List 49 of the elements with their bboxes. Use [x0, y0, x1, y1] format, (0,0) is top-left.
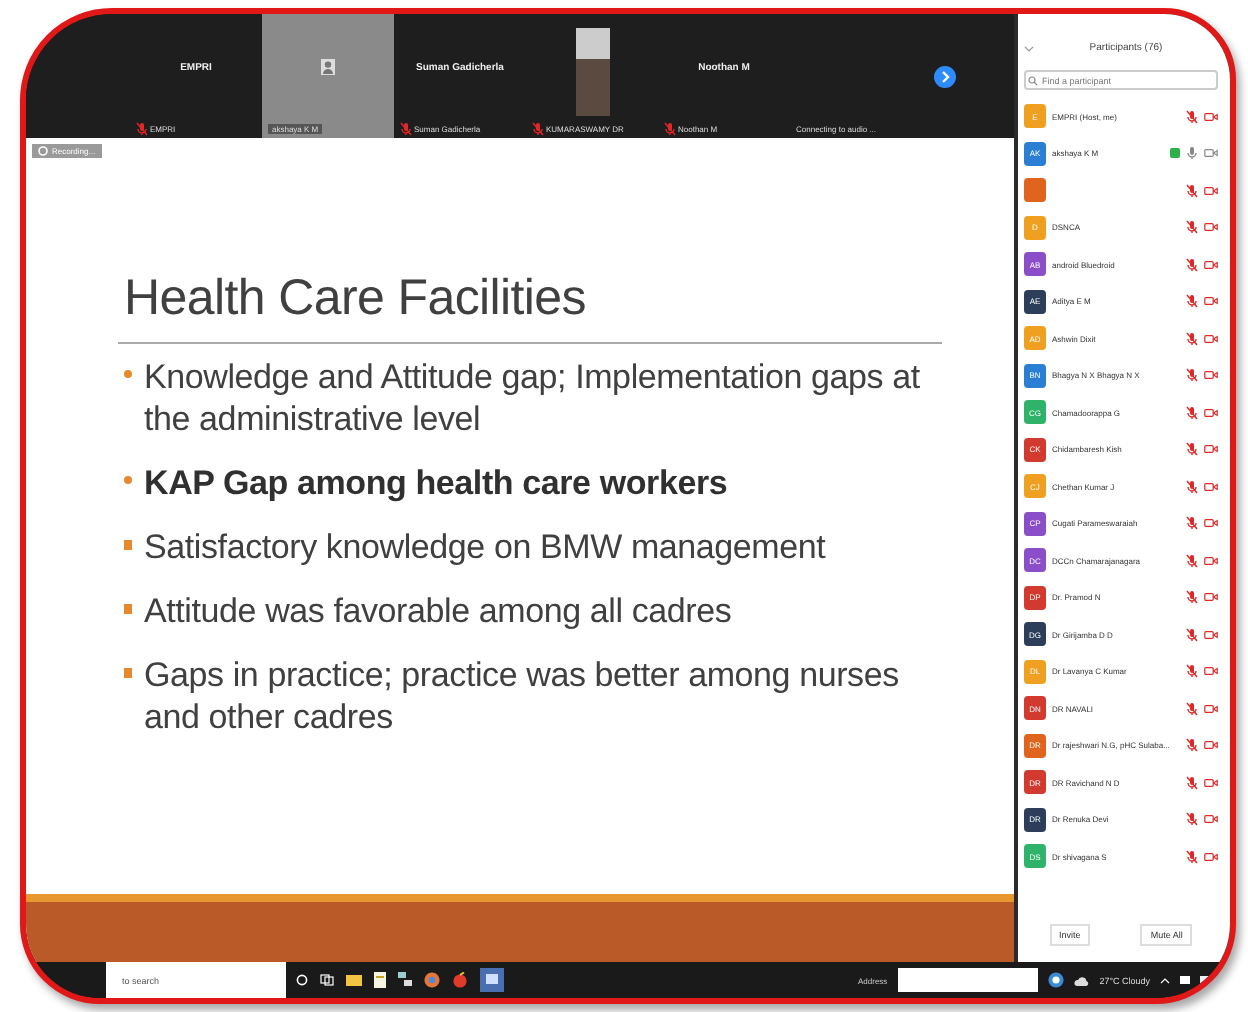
video-camera-icon — [1204, 481, 1218, 492]
video-camera-icon — [1204, 222, 1218, 233]
video-camera-icon — [1204, 814, 1218, 825]
task-view-icon — [320, 974, 334, 986]
video-camera-icon — [1204, 555, 1218, 566]
video-camera-icon — [1204, 703, 1218, 714]
video-camera-icon — [1204, 629, 1218, 640]
user-icon — [320, 58, 336, 76]
video-camera-icon — [1204, 666, 1218, 677]
video-camera-icon — [1204, 444, 1218, 455]
video-camera-icon — [1204, 407, 1218, 418]
circle-icon — [296, 974, 308, 986]
video-camera-icon — [1204, 185, 1218, 196]
video-camera-icon — [1204, 851, 1218, 862]
browser-icon — [1047, 972, 1064, 988]
fruit-icon — [452, 972, 468, 988]
cloud-icon — [1073, 975, 1090, 985]
chevron-down-icon — [1024, 45, 1034, 51]
bullet-text: Gaps in practice; practice was better among nurses and other cadres — [144, 654, 901, 738]
record-icon — [38, 146, 48, 156]
video-camera-icon — [1204, 111, 1218, 122]
bullet-square — [124, 604, 132, 614]
bullet-text: Satisfactory knowledge on BMW management — [144, 526, 828, 568]
photo-placeholder — [575, 27, 609, 115]
folder-icon — [346, 974, 362, 986]
bullet-text: Attitude was favorable among all cadres — [144, 590, 734, 632]
bullet-square — [124, 540, 132, 550]
video-camera-icon — [1204, 370, 1218, 381]
chevron-up-icon — [1160, 977, 1170, 983]
search-icon — [1028, 75, 1038, 85]
video-camera-icon — [1204, 259, 1218, 270]
address-field[interactable] — [897, 968, 1038, 992]
bullet-square — [124, 668, 132, 678]
network-icon — [398, 972, 412, 988]
globe-icon — [424, 972, 440, 988]
window-icon — [480, 968, 504, 992]
slide-title: Health Care Facilities — [124, 270, 588, 328]
bullet-text: Knowledge and Attitude gap; Implementation gaps at the administrative level — [144, 356, 922, 440]
video-camera-icon — [1204, 518, 1218, 529]
video-camera-icon — [1204, 333, 1218, 344]
document-icon — [374, 972, 386, 988]
video-camera-icon — [1204, 296, 1218, 307]
video-camera-icon — [1204, 740, 1218, 751]
video-camera-icon — [1204, 148, 1218, 159]
bullet-text: KAP Gap among health care workers — [144, 462, 730, 504]
video-camera-icon — [1204, 592, 1218, 603]
video-camera-icon — [1204, 777, 1218, 788]
bullet-dot — [124, 476, 132, 484]
bullet-dot — [124, 370, 132, 378]
